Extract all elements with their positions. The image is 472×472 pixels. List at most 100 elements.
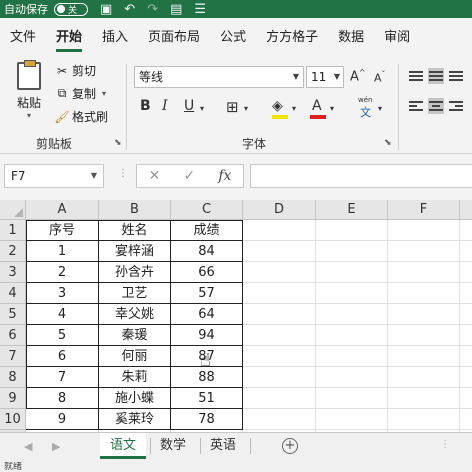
bold-button[interactable]: B (140, 98, 151, 114)
grid-cell[interactable]: 84 (171, 241, 243, 262)
grid-cell[interactable]: 7 (26, 367, 99, 388)
grid-cell[interactable]: 1 (26, 241, 99, 262)
tab-home[interactable]: 开始 (46, 18, 92, 58)
align-center-icon[interactable] (428, 98, 444, 114)
tab-formulas[interactable]: 公式 (210, 18, 256, 58)
grid-cell[interactable] (460, 220, 472, 241)
font-name-select[interactable]: 等线 ▼ (134, 66, 304, 88)
grid-cell[interactable] (388, 283, 460, 304)
add-sheet-icon[interactable]: + (282, 438, 298, 454)
grid-cell[interactable]: 94 (171, 325, 243, 346)
grid-cell[interactable] (460, 367, 472, 388)
grid-cell[interactable] (460, 241, 472, 262)
tab-review[interactable]: 审阅 (374, 18, 420, 58)
align-top-icon[interactable] (408, 68, 424, 84)
grid-cell[interactable]: 奚莱玲 (99, 409, 171, 430)
customize-toolbar-icon[interactable]: ☰ (194, 2, 206, 17)
grid-cell[interactable] (388, 304, 460, 325)
grid-cell[interactable] (243, 241, 316, 262)
tab-insert[interactable]: 插入 (92, 18, 138, 58)
name-box[interactable]: F7 ▼ (4, 164, 104, 188)
increase-font-size-button[interactable]: A^ (350, 68, 366, 84)
grid-cell[interactable] (316, 262, 388, 283)
borders-icon[interactable]: ⊞ (226, 98, 239, 116)
grid-cell[interactable]: 卫艺 (99, 283, 171, 304)
grid-cell[interactable] (388, 346, 460, 367)
grid-cell[interactable] (460, 262, 472, 283)
grid-cell[interactable]: 5 (26, 325, 99, 346)
cancel-icon[interactable]: ✕ (149, 168, 161, 184)
underline-dropdown-icon[interactable]: ▾ (200, 104, 204, 113)
tab-fangfang[interactable]: 方方格子 (256, 18, 328, 58)
paste-button[interactable]: 粘贴 ▾ (12, 60, 46, 120)
grid-cell[interactable]: 孙含卉 (99, 262, 171, 283)
font-color-button[interactable]: A (312, 98, 322, 114)
font-color-dropdown-icon[interactable]: ▾ (330, 104, 334, 113)
grid-cell[interactable]: 何丽 (99, 346, 171, 367)
grid-cell[interactable]: 78 (171, 409, 243, 430)
grid-cell[interactable] (388, 367, 460, 388)
grid-cell[interactable] (243, 409, 316, 430)
align-bottom-icon[interactable] (448, 68, 464, 84)
grid-cell[interactable] (460, 346, 472, 367)
tab-page-layout[interactable]: 页面布局 (138, 18, 210, 58)
grid-cell[interactable] (460, 283, 472, 304)
italic-button[interactable]: I (162, 98, 168, 114)
row-header[interactable]: 9 (0, 388, 26, 409)
grid-cell[interactable] (388, 409, 460, 430)
grid-cell[interactable]: 64 (171, 304, 243, 325)
next-sheet-icon[interactable]: ▶ (52, 440, 60, 453)
tab-file[interactable]: 文件 (0, 18, 46, 58)
sheet-tab-yuwen[interactable]: 语文 (100, 433, 147, 459)
tab-data[interactable]: 数据 (328, 18, 374, 58)
grid-cell[interactable] (460, 304, 472, 325)
grid-cell[interactable] (388, 220, 460, 241)
grid-cell[interactable] (460, 325, 472, 346)
align-middle-icon[interactable] (428, 68, 444, 84)
grid-cell[interactable] (316, 325, 388, 346)
grid-cell[interactable]: 4 (26, 304, 99, 325)
grid-cell[interactable] (316, 409, 388, 430)
column-header-b[interactable]: B (99, 200, 171, 220)
column-header-d[interactable]: D (243, 200, 316, 220)
phonetic-guide-button[interactable]: 文 (360, 104, 371, 120)
row-header[interactable]: 2 (0, 241, 26, 262)
save-icon[interactable]: ▣ (100, 2, 112, 17)
enter-icon[interactable]: ✓ (183, 168, 195, 184)
grid-cell[interactable]: 秦瑗 (99, 325, 171, 346)
column-header-e[interactable]: E (316, 200, 388, 220)
grid-cell[interactable] (388, 388, 460, 409)
grid-cell[interactable] (316, 346, 388, 367)
autosave-toggle[interactable]: 关 (54, 2, 88, 16)
redo-icon[interactable]: ↷ (147, 2, 158, 17)
grid-cell[interactable]: 66 (171, 262, 243, 283)
grid-cell[interactable] (460, 388, 472, 409)
grid-cell[interactable] (316, 304, 388, 325)
grid-cell[interactable]: 幸父姚 (99, 304, 171, 325)
row-header[interactable]: 3 (0, 262, 26, 283)
row-header[interactable]: 8 (0, 367, 26, 388)
sheet-tab-shuxue[interactable]: 数学 (150, 433, 196, 459)
decrease-font-size-button[interactable]: Aˇ (374, 70, 386, 85)
row-header[interactable]: 5 (0, 304, 26, 325)
grid-cell[interactable]: 8 (26, 388, 99, 409)
grid-cell[interactable]: 成绩 (171, 220, 243, 241)
copy-dropdown-icon[interactable]: ▾ (102, 89, 106, 98)
grid-cell[interactable] (243, 346, 316, 367)
column-header-a[interactable]: A (26, 200, 99, 220)
row-header[interactable]: 10 (0, 409, 26, 430)
grid-cell[interactable] (316, 283, 388, 304)
sheet-scroll-icon[interactable]: ⋮ (440, 439, 450, 450)
grid-cell[interactable] (316, 220, 388, 241)
grid-cell[interactable]: 51 (171, 388, 243, 409)
underline-button[interactable]: U (184, 98, 194, 114)
font-size-select[interactable]: 11 ▼ (306, 66, 344, 88)
grid-cell[interactable] (316, 367, 388, 388)
prev-sheet-icon[interactable]: ◀ (24, 440, 32, 453)
fill-dropdown-icon[interactable]: ▾ (292, 104, 296, 113)
phonetic-dropdown-icon[interactable]: ▾ (378, 104, 382, 113)
grid-cell[interactable] (388, 262, 460, 283)
grid-cell[interactable]: 9 (26, 409, 99, 430)
undo-icon[interactable]: ↶ (124, 2, 135, 17)
grid-cell[interactable] (316, 388, 388, 409)
